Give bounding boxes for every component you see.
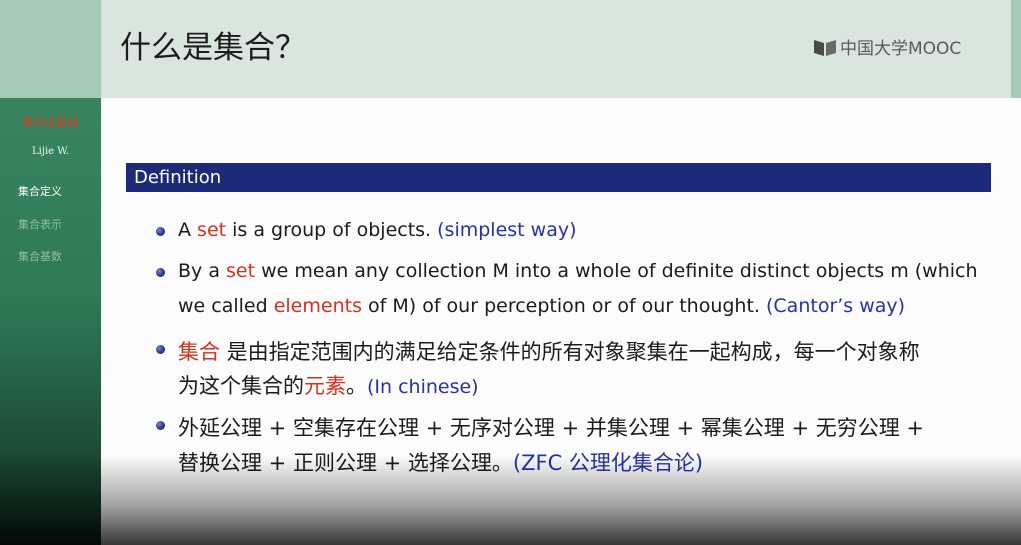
book-icon (814, 39, 836, 56)
bullet-1-marker (156, 227, 165, 236)
sidebar-course-title: 集合论基础 (23, 116, 78, 129)
definition-heading-bar: Definition (126, 163, 991, 192)
slide-frame: 集合论基础 Lijie W. 集合定义 集合表示 集合基数 什么是集合？ 中国大… (0, 0, 1021, 545)
sidebar: 集合论基础 Lijie W. 集合定义 集合表示 集合基数 (0, 0, 101, 545)
definition-heading: Definition (134, 167, 222, 188)
bullet-2-text-line-2: we called elements of M) of our percepti… (178, 295, 906, 317)
bullet-4-text-line-2: 替换公理 + 正则公理 + 选择公理。(ZFC 公理化集合论) (178, 451, 704, 475)
sidebar-author: Lijie W. (32, 146, 69, 157)
slide-title: 什么是集合？ (120, 30, 306, 66)
mooc-logo: 中国大学MOOC (813, 34, 961, 59)
header-edge (1011, 0, 1021, 98)
logo-text: 中国大学MOOC (840, 39, 962, 59)
sidebar-header-block (0, 0, 101, 98)
sidebar-item-representation[interactable]: 集合表示 (18, 216, 62, 232)
bullet-4-marker (156, 421, 165, 430)
bullet-2-text-line-1: By a set we mean any collection M into a… (178, 260, 978, 282)
sidebar-item-cardinality[interactable]: 集合基数 (18, 248, 62, 264)
bullet-4-text-line-1: 外延公理 + 空集存在公理 + 无序对公理 + 并集公理 + 幂集公理 + 无穷… (178, 416, 924, 440)
bullet-3-text-line-1: 集合 是由指定范围内的满足给定条件的所有对象聚集在一起构成，每一个对象称 (178, 340, 920, 364)
bullet-3-marker (156, 345, 165, 354)
sidebar-item-definition[interactable]: 集合定义 (18, 183, 62, 199)
bullet-3-text-line-2: 为这个集合的元素。(In chinese) (178, 374, 479, 398)
bullet-2-marker (156, 268, 165, 277)
bullet-1-text: A set is a group of objects. (simplest w… (178, 219, 577, 241)
